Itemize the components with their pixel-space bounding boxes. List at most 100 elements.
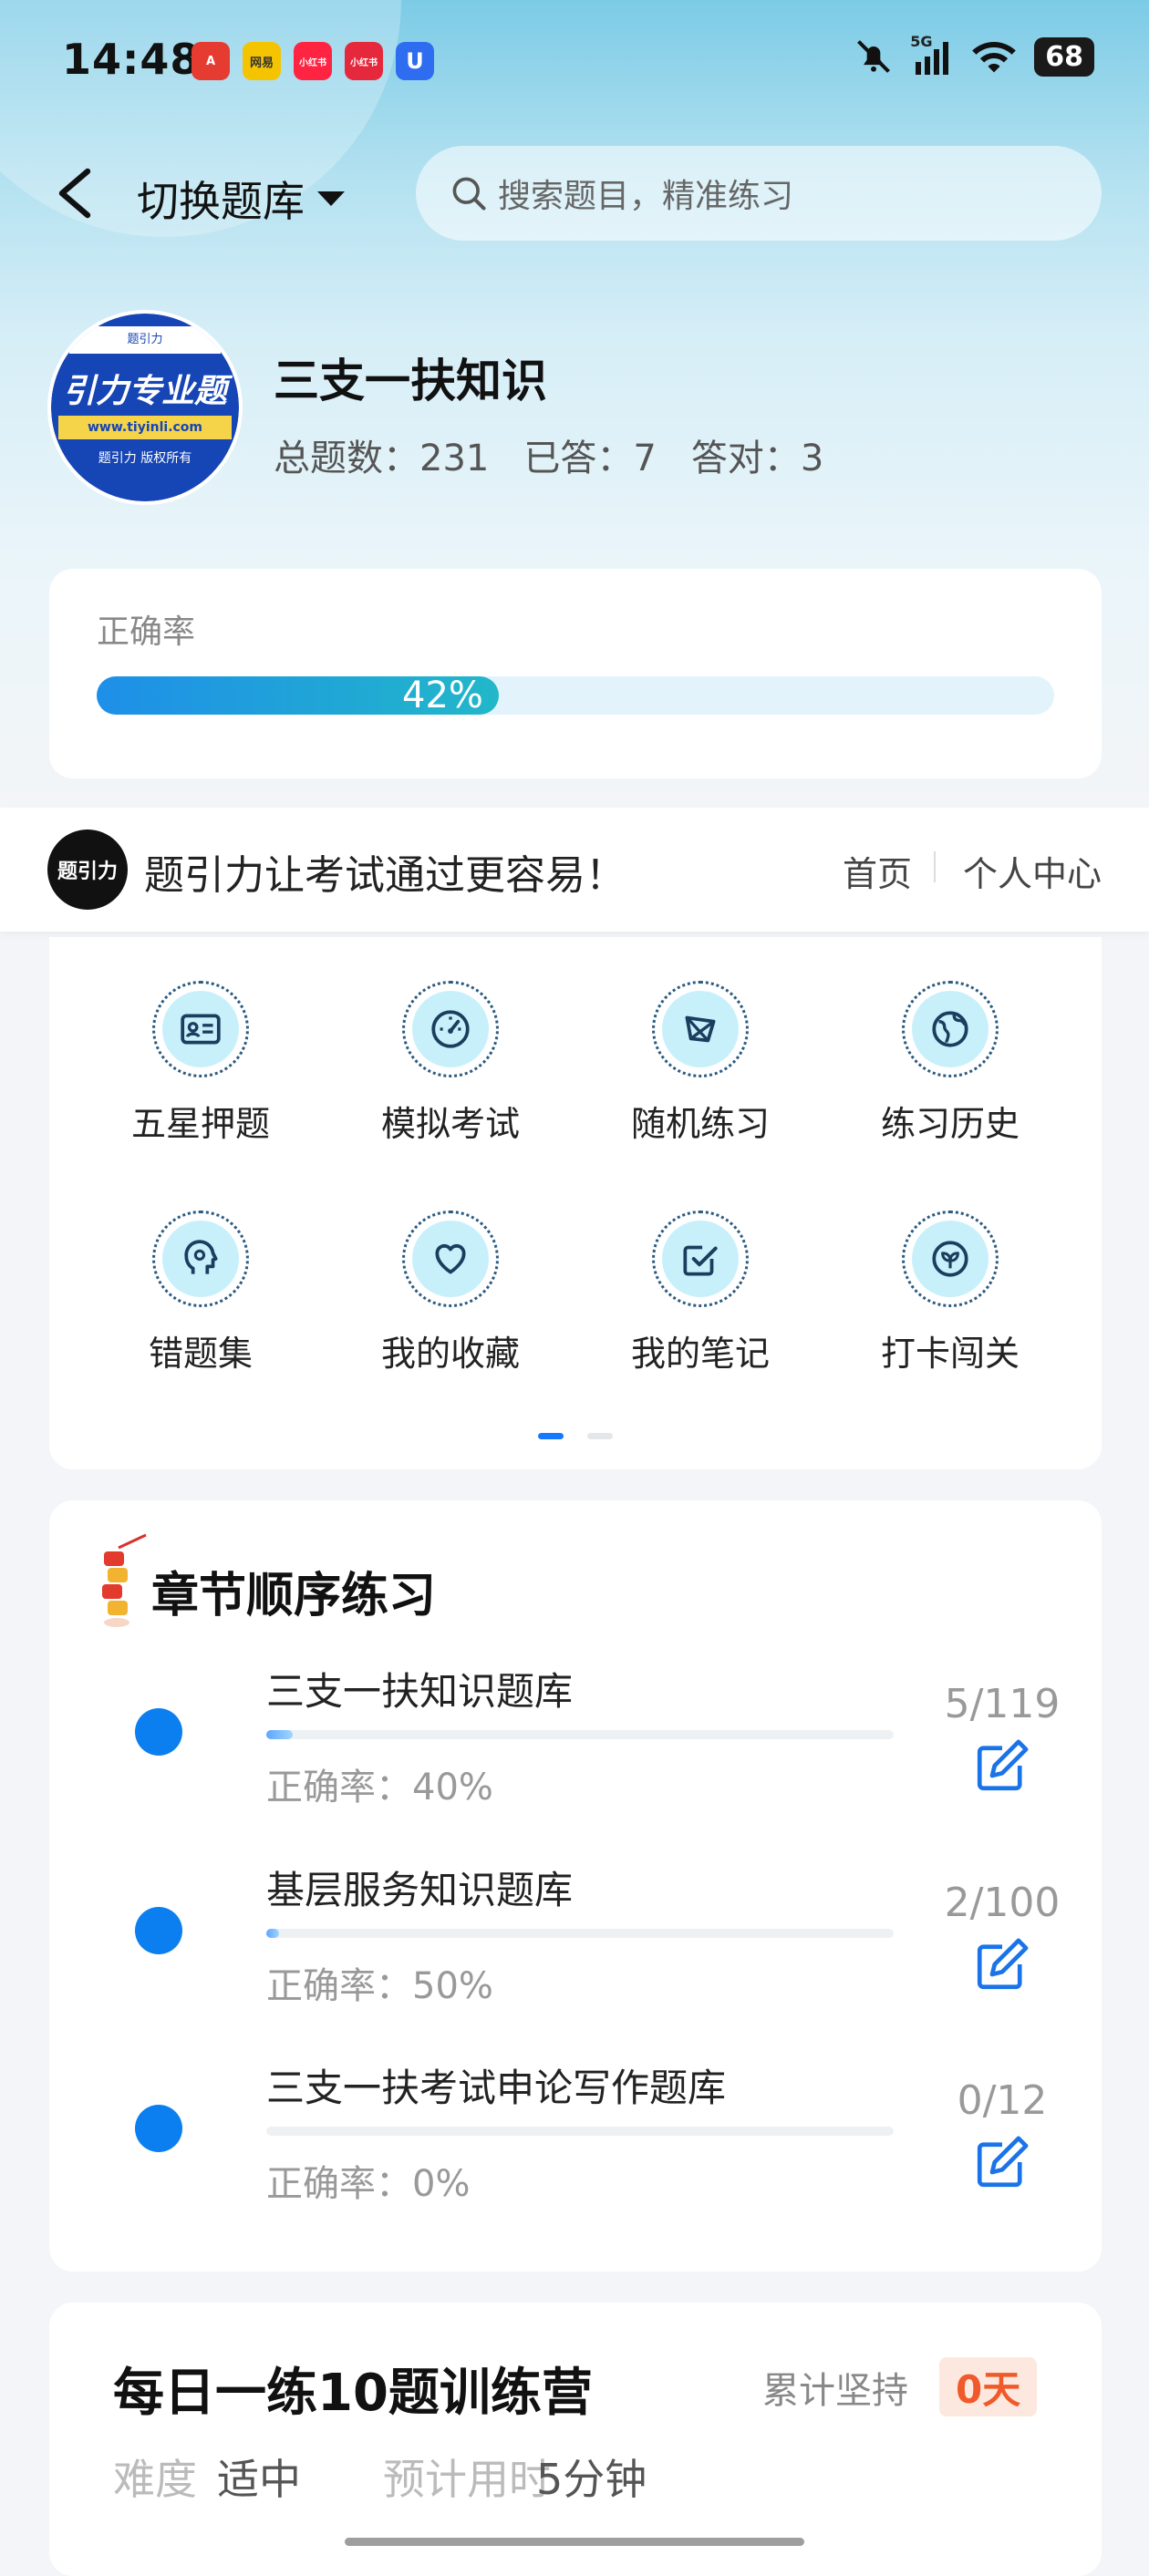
globe-icon	[932, 1011, 968, 1047]
course-title: 三支一扶知识	[274, 355, 547, 407]
edit-icon[interactable]	[972, 2132, 1032, 2192]
accuracy-percent: 42%	[402, 675, 483, 716]
switch-bank-dropdown[interactable]: 切换题库	[137, 169, 347, 229]
chapter-title: 基层服务知识题库	[266, 1868, 574, 1912]
tool-wrong-questions[interactable]: 错题集	[109, 1211, 292, 1376]
back-arrow-icon[interactable]	[51, 166, 98, 221]
system-icons: 5G 68	[854, 33, 1094, 77]
switch-bank-label: 切换题库	[137, 177, 305, 226]
signal-icon: 5G	[910, 33, 954, 77]
tool-label: 练习历史	[880, 1104, 1020, 1144]
banner-slogan: 题引力让考试通过更容易！	[144, 852, 626, 899]
firecracker-icon	[102, 1533, 147, 1627]
caret-down-icon	[317, 191, 345, 206]
tool-label: 随机练习	[630, 1104, 770, 1144]
tool-label: 模拟考试	[380, 1104, 520, 1144]
page-dot-active	[538, 1433, 564, 1439]
correct-value: 3	[800, 438, 824, 479]
network-icon	[685, 1015, 716, 1043]
time-value: 5分钟	[536, 2455, 647, 2504]
time-label: 预计用时	[383, 2455, 551, 2504]
mute-bell-icon	[857, 40, 891, 73]
difficulty-label: 难度	[113, 2455, 197, 2504]
daily-title: 每日一练10题训练营	[113, 2364, 593, 2423]
chapter-title: 三支一扶知识题库	[266, 1669, 574, 1714]
chapter-accuracy: 正确率：50%	[266, 1965, 493, 2007]
home-link[interactable]: 首页	[843, 846, 912, 896]
battery-indicator: 68	[1034, 36, 1094, 77]
chapter-section-title: 章节顺序练习	[151, 1569, 437, 1623]
logo-main-text: 引力专业题	[62, 373, 227, 410]
search-placeholder: 搜索题目，精准练习	[498, 178, 794, 215]
course-logo: 题引力 引力专业题 www.tiyinli.com 题引力 版权所有	[51, 314, 239, 501]
edit-icon[interactable]	[972, 1736, 1032, 1796]
accuracy-label: 正确率	[97, 613, 196, 651]
tool-five-star[interactable]: 五星押题	[109, 981, 292, 1146]
edit-icon[interactable]	[972, 1934, 1032, 1994]
course-stats: 总题数：231 已答：7 答对：3	[274, 428, 823, 481]
app-notification-icon: 小红书	[345, 42, 383, 80]
tool-notes[interactable]: 我的笔记	[609, 1211, 792, 1376]
logo-url-text: www.tiyinli.com	[58, 416, 232, 439]
checkbox-icon	[683, 1245, 718, 1276]
tool-random-practice[interactable]: 随机练习	[609, 981, 792, 1146]
chapter-count: 2/100	[944, 1880, 1061, 1926]
total-label: 总题数：	[274, 438, 419, 479]
daily-training-card[interactable]	[49, 2303, 1102, 2576]
search-input[interactable]: 搜索题目，精准练习	[416, 146, 1102, 241]
chapter-count: 5/119	[944, 1681, 1061, 1727]
notification-icons: A 网易 小红书 小红书 U	[192, 42, 434, 80]
app-notification-icon: 小红书	[294, 42, 332, 80]
speedometer-icon	[431, 1010, 470, 1048]
tool-mock-exam[interactable]: 模拟考试	[359, 981, 542, 1146]
chapter-dot	[135, 1907, 182, 1954]
tool-label: 我的笔记	[630, 1334, 770, 1374]
user-center-link[interactable]: 个人中心	[963, 846, 1102, 896]
app-notification-icon: A	[192, 42, 230, 80]
heart-icon	[435, 1243, 466, 1274]
wifi-icon	[972, 42, 1017, 73]
chapter-count: 0/12	[957, 2077, 1048, 2124]
chapter-progress-bar	[266, 2127, 894, 2136]
total-questions: 总题数：231	[274, 428, 489, 481]
tool-label: 打卡闯关	[880, 1334, 1020, 1374]
correct-label: 答对：	[690, 438, 801, 479]
correct-questions: 答对：3	[691, 428, 823, 481]
answered-label: 已答：	[523, 438, 634, 479]
tool-label: 错题集	[148, 1334, 253, 1374]
tool-history[interactable]: 练习历史	[859, 981, 1041, 1146]
accuracy-progress-bar: 42%	[97, 675, 1054, 716]
divider	[934, 851, 936, 882]
tool-label: 我的收藏	[380, 1334, 520, 1374]
id-card-icon	[181, 1014, 221, 1045]
total-value: 231	[419, 438, 490, 479]
chapter-accuracy: 正确率：0%	[266, 2163, 471, 2205]
chapter-dot	[135, 2105, 182, 2152]
page-indicator	[538, 1433, 613, 1439]
chapter-item[interactable]: 三支一扶考试申论写作题库 正确率：0% 0/12	[49, 2037, 1102, 2220]
chapter-progress-fill	[266, 1929, 279, 1938]
chapter-dot	[135, 1708, 182, 1756]
answered-value: 7	[633, 438, 657, 479]
home-indicator[interactable]	[345, 2538, 804, 2546]
chapter-accuracy: 正确率：40%	[266, 1767, 493, 1808]
logo-bottom-text: 题引力 版权所有	[98, 451, 192, 466]
tool-favorites[interactable]: 我的收藏	[359, 1211, 542, 1376]
streak-badge: 0天	[939, 2357, 1038, 2416]
chapter-progress-bar	[266, 1730, 894, 1739]
logo-top-text: 题引力	[69, 326, 221, 354]
chapter-progress-fill	[266, 1730, 293, 1739]
chapter-item[interactable]: 基层服务知识题库 正确率：50% 2/100	[49, 1839, 1102, 2022]
accuracy-card: 正确率 42%	[49, 569, 1102, 778]
accuracy-progress-fill: 42%	[97, 675, 499, 716]
head-icon	[184, 1240, 218, 1274]
page-dot	[587, 1433, 613, 1439]
status-bar: 14:48 A 网易 小红书 小红书 U 5G 68	[0, 0, 1149, 118]
tool-checkin[interactable]: 打卡闯关	[859, 1211, 1041, 1376]
search-icon	[452, 177, 486, 211]
brand-logo: 题引力	[47, 829, 128, 910]
chapter-item[interactable]: 三支一扶知识题库 正确率：40% 5/119	[49, 1641, 1102, 1823]
streak-label: 累计坚持	[762, 2370, 908, 2412]
chapter-title: 三支一扶考试申论写作题库	[266, 2066, 727, 2110]
status-time: 14:48	[62, 35, 201, 84]
